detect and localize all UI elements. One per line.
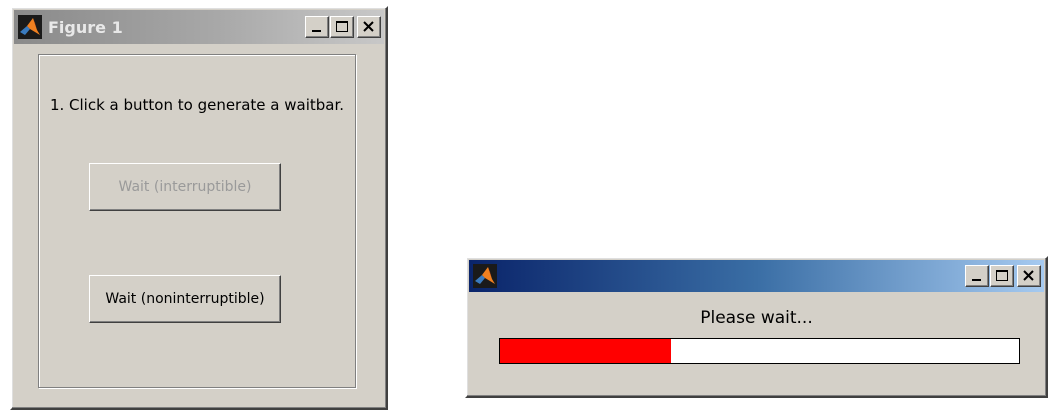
wait-noninterruptible-button[interactable]: Wait (noninterruptible)	[89, 275, 281, 323]
figure-titlebar[interactable]: Figure 1	[14, 10, 384, 44]
maximize-icon	[996, 270, 1008, 281]
minimize-icon	[972, 279, 981, 281]
minimize-button[interactable]	[965, 265, 989, 287]
button-panel: 1. Click a button to generate a waitbar.…	[38, 54, 356, 388]
wait-message: Please wait...	[700, 308, 813, 328]
wait-interruptible-button[interactable]: Wait (interruptible)	[89, 163, 281, 211]
matlab-logo-icon	[473, 264, 497, 288]
matlab-logo-icon	[18, 15, 42, 39]
waitbar-titlebar[interactable]	[469, 260, 1044, 292]
figure-window: Figure 1 1. Click a button to generate a…	[10, 6, 388, 410]
progress-track	[499, 338, 1020, 364]
figure-title: Figure 1	[48, 17, 123, 37]
close-icon	[363, 21, 374, 32]
window-controls	[964, 265, 1041, 287]
maximize-button[interactable]	[990, 265, 1014, 287]
window-controls	[304, 16, 381, 38]
minimize-button[interactable]	[305, 16, 329, 38]
close-button[interactable]	[1017, 265, 1041, 287]
instruction-text: 1. Click a button to generate a waitbar.	[49, 96, 345, 114]
waitbar-window: Please wait...	[465, 256, 1048, 398]
maximize-button[interactable]	[330, 16, 354, 38]
progress-fill	[500, 339, 672, 363]
minimize-icon	[312, 30, 321, 32]
close-icon	[1023, 270, 1034, 281]
close-button[interactable]	[357, 16, 381, 38]
maximize-icon	[336, 21, 348, 32]
